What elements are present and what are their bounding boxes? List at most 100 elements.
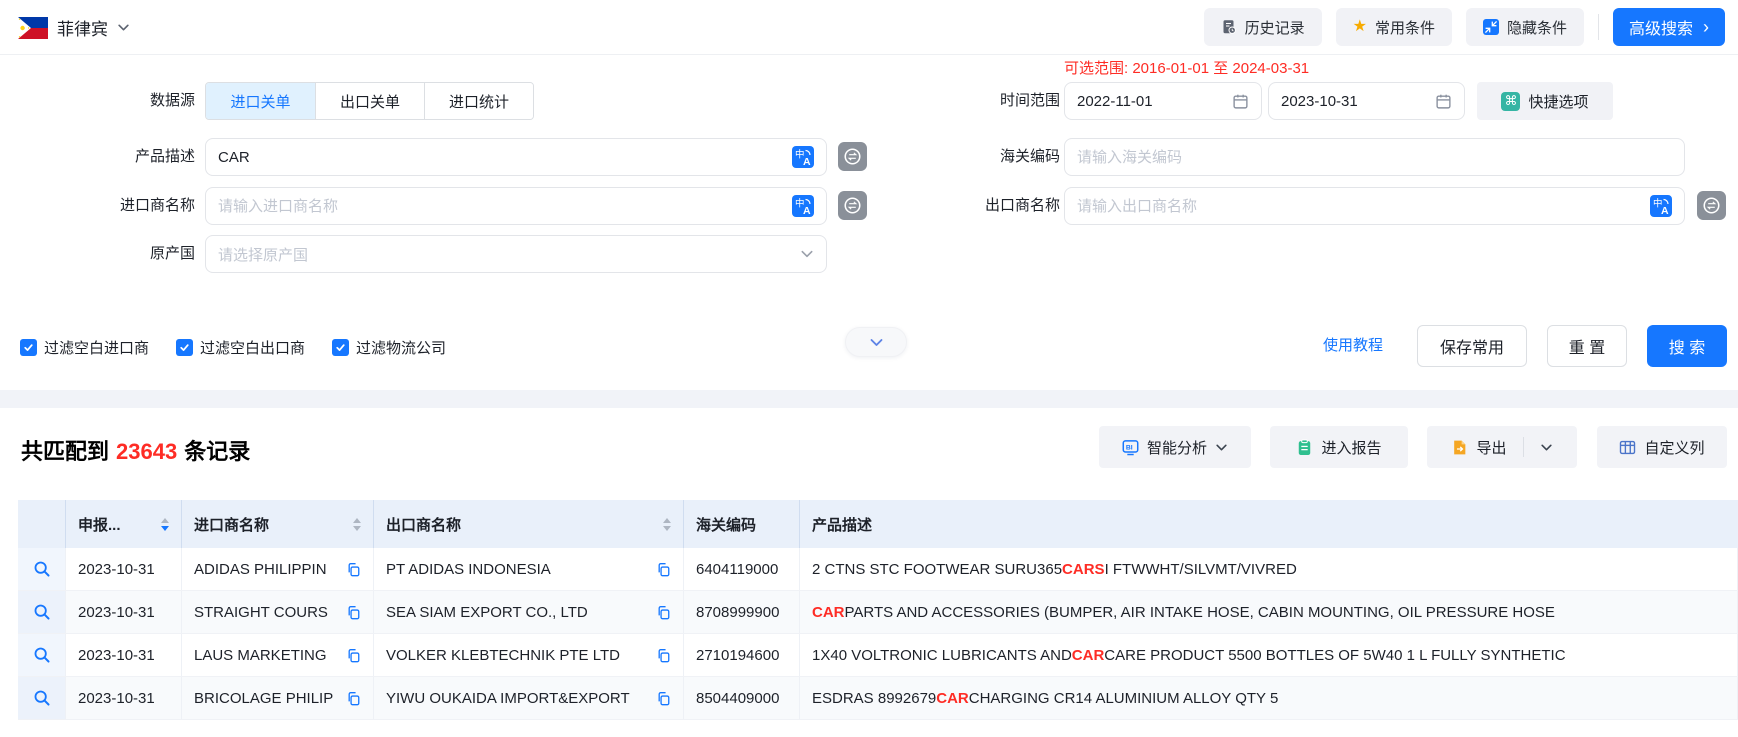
svg-text:BI: BI [1126,444,1133,451]
copy-icon[interactable] [346,562,361,577]
translate-icon[interactable]: 中 A [792,195,814,217]
enter-report-button[interactable]: 进入报告 [1270,426,1408,468]
tutorial-link[interactable]: 使用教程 [1323,325,1383,367]
copy-icon[interactable] [656,648,671,663]
date-end-value: 2023-10-31 [1281,93,1435,110]
results-section: 共匹配到23643条记录 BI 智能分析 进入报告 [0,408,1738,737]
declare-date-cell: 2023-10-31 [66,548,182,590]
declare-date-cell: 2023-10-31 [66,677,182,719]
declare-date-cell: 2023-10-31 [66,634,182,676]
exact-match-toggle[interactable] [838,191,867,220]
chevron-down-icon [1215,441,1228,454]
hide-conditions-button[interactable]: 隐藏条件 [1466,8,1584,46]
tab-import-customs[interactable]: 进口关单 [206,83,315,119]
history-icon [1221,19,1237,35]
view-record-icon[interactable] [33,560,51,578]
favorites-label: 常用条件 [1375,17,1435,38]
copy-icon[interactable] [346,605,361,620]
hs-code-input[interactable] [1077,149,1672,166]
exact-match-toggle[interactable] [1697,191,1726,220]
product-desc-cell: 2 CTNS STC FOOTWEAR SURU365 CARS I FTWWH… [800,548,1738,590]
exporter-cell: VOLKER KLEBTECHNIK PTE LTD [374,634,684,676]
table-row: 2023-10-31STRAIGHT COURSSEA SIAM EXPORT … [18,591,1738,634]
hs-code-field [1064,138,1685,176]
smart-analysis-label: 智能分析 [1147,437,1207,458]
copy-icon[interactable] [346,691,361,706]
date-end-input[interactable]: 2023-10-31 [1268,82,1465,120]
filter-checkboxes: 过滤空白进口商 过滤空白出口商 过滤物流公司 [20,332,446,362]
sort-icons[interactable] [655,518,671,531]
row-view-cell [18,548,66,590]
count-value: 23643 [116,439,177,464]
exporter-cell: SEA SIAM EXPORT CO., LTD [374,591,684,633]
header-select [18,500,66,548]
smart-analysis-button[interactable]: BI 智能分析 [1099,426,1251,468]
checkbox-checked-icon [20,339,37,356]
translate-icon[interactable]: 中 A [792,146,814,168]
origin-select[interactable]: 请选择原产国 [205,235,827,273]
section-divider [0,390,1738,408]
custom-columns-button[interactable]: 自定义列 [1597,426,1727,468]
filter-blank-importer[interactable]: 过滤空白进口商 [20,337,149,358]
row-view-cell [18,634,66,676]
view-record-icon[interactable] [33,603,51,621]
export-dropdown-chevron[interactable] [1540,441,1553,454]
advanced-search-label: 高级搜索 [1629,15,1693,39]
copy-icon[interactable] [346,648,361,663]
view-record-icon[interactable] [33,689,51,707]
copy-icon[interactable] [656,605,671,620]
copy-icon[interactable] [656,691,671,706]
table-row: 2023-10-31LAUS MARKETINGVOLKER KLEBTECHN… [18,634,1738,677]
hs-code-cell: 8504409000 [684,677,800,719]
header-label: 出口商名称 [386,514,461,535]
header-importer[interactable]: 进口商名称 [182,500,374,548]
importer-cell: LAUS MARKETING [182,634,374,676]
origin-label: 原产国 [0,235,195,273]
arrow-right-icon: › [1703,18,1709,36]
header-declare-date[interactable]: 申报... [66,500,182,548]
country-name: 菲律宾 [57,15,108,40]
time-range-label: 时间范围 [880,82,1060,120]
search-button[interactable]: 搜 索 [1647,325,1727,367]
header-exporter[interactable]: 出口商名称 [374,500,684,548]
quick-options-button[interactable]: ⌘ 快捷选项 [1477,82,1613,120]
filter-blank-exporter[interactable]: 过滤空白出口商 [176,337,305,358]
country-selector[interactable]: 菲律宾 [18,0,130,55]
copy-icon[interactable] [656,562,671,577]
date-start-input[interactable]: 2022-11-01 [1064,82,1262,120]
exact-match-toggle[interactable] [838,142,867,171]
filter-label: 过滤空白进口商 [44,337,149,358]
product-desc-input[interactable] [218,149,792,166]
chevron-down-icon [869,335,884,350]
report-icon [1296,439,1313,456]
export-button[interactable]: 导出 [1427,426,1577,468]
importer-cell: STRAIGHT COURS [182,591,374,633]
history-button[interactable]: 历史记录 [1204,8,1322,46]
reset-button[interactable]: 重 置 [1547,325,1627,367]
quick-options-label: 快捷选项 [1528,91,1588,112]
product-desc-label: 产品描述 [0,138,195,176]
save-common-button[interactable]: 保存常用 [1417,325,1527,367]
command-icon: ⌘ [1501,92,1520,111]
exporter-field: 中 A [1064,187,1685,225]
table-row: 2023-10-31BRICOLAGE PHILIPYIWU OUKAIDA I… [18,677,1738,720]
tab-import-statistics[interactable]: 进口统计 [424,83,533,119]
filter-logistics-company[interactable]: 过滤物流公司 [332,337,446,358]
advanced-search-button[interactable]: 高级搜索 › [1613,8,1725,46]
chevron-down-icon [117,21,130,34]
chevron-down-icon [800,247,814,261]
exporter-input[interactable] [1077,198,1650,215]
export-icon [1451,439,1468,456]
export-label: 导出 [1476,437,1506,458]
tab-export-customs[interactable]: 出口关单 [315,83,424,119]
importer-input[interactable] [218,198,792,215]
sort-icons[interactable] [345,518,361,531]
collapse-form-button[interactable] [845,327,907,357]
sort-icons[interactable] [153,518,169,531]
header-product-desc: 产品描述 [800,500,1738,548]
product-desc-cell: CAR PARTS AND ACCESSORIES (BUMPER, AIR I… [800,591,1738,633]
translate-icon[interactable]: 中 A [1650,195,1672,217]
count-prefix: 共匹配到 [21,439,109,464]
view-record-icon[interactable] [33,646,51,664]
favorites-button[interactable]: ★ 常用条件 [1336,8,1452,46]
